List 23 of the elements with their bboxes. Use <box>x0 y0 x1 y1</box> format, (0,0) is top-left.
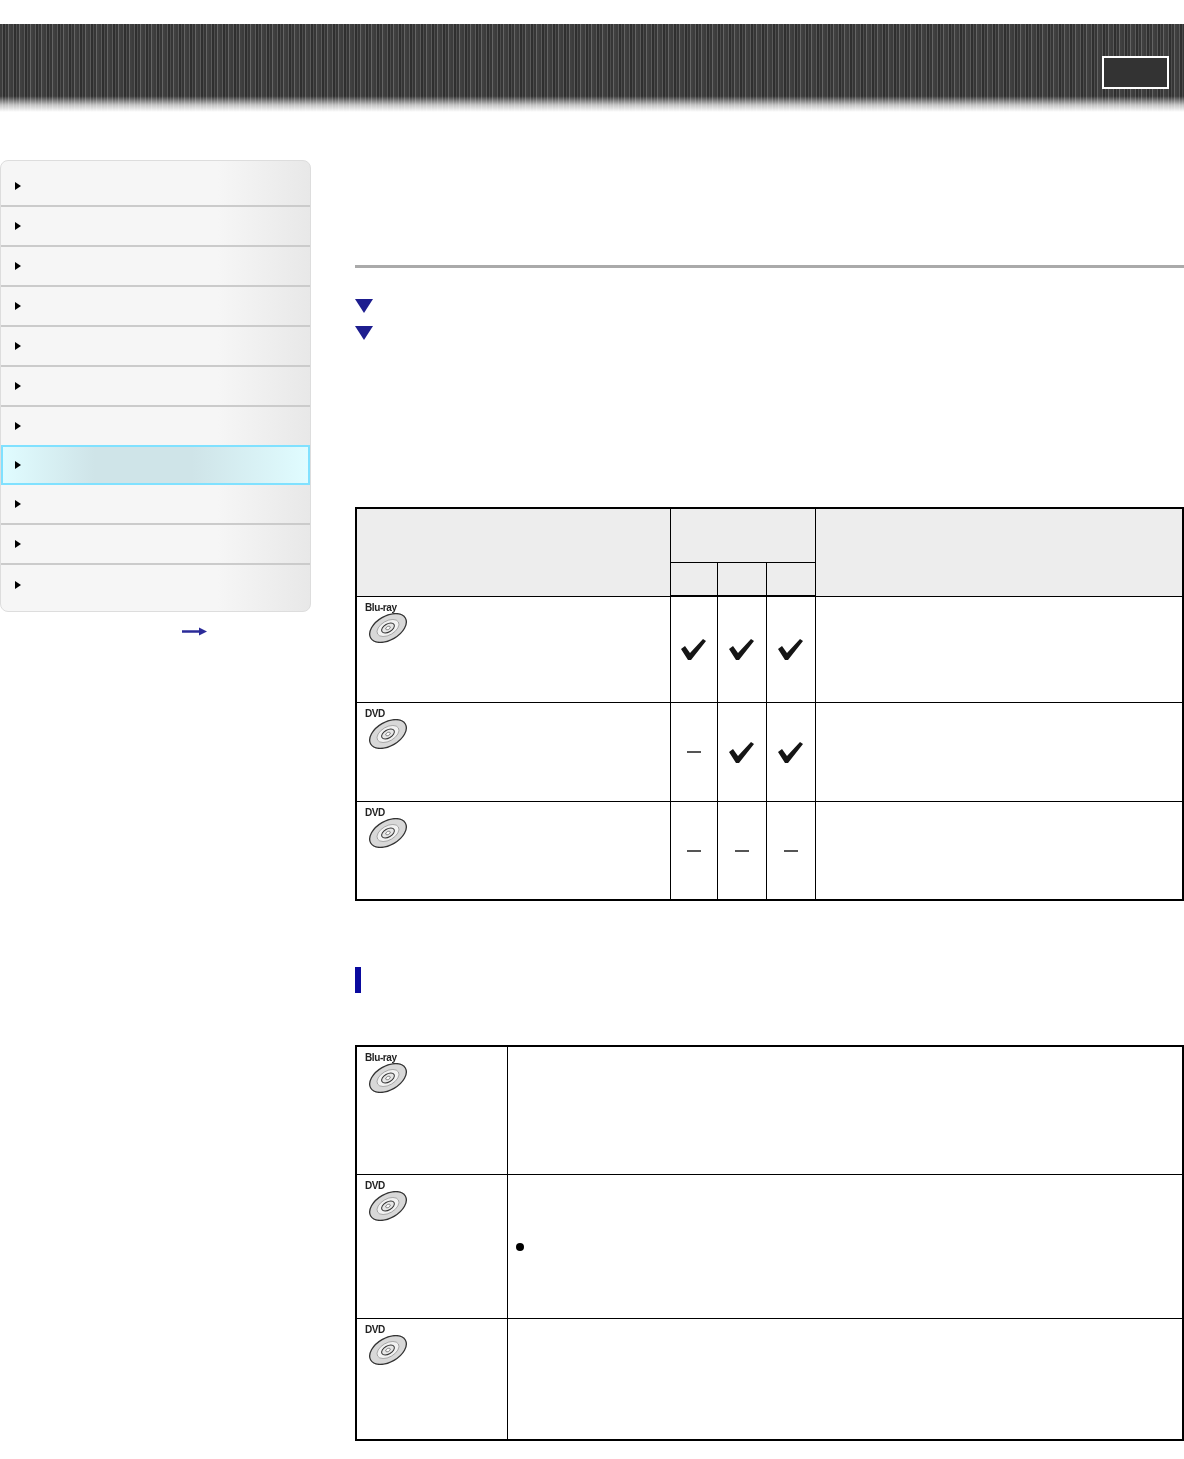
header-button[interactable] <box>1102 56 1169 89</box>
sidebar-item[interactable] <box>1 445 310 485</box>
disc-label: Blu-ray <box>365 601 397 613</box>
disc-label: DVD <box>365 1323 385 1335</box>
caret-icon <box>15 222 21 230</box>
section-marker <box>355 967 361 993</box>
caret-icon <box>15 500 21 508</box>
disc-label: DVD <box>365 707 385 719</box>
disc-label: Blu-ray <box>365 1052 397 1063</box>
caret-icon <box>15 262 21 270</box>
caret-icon <box>15 581 21 589</box>
caret-icon <box>15 342 21 350</box>
caret-icon <box>15 461 21 469</box>
down-triangle-icon[interactable] <box>355 326 373 340</box>
caret-icon <box>15 422 21 430</box>
disc-label: DVD <box>365 806 385 818</box>
caret-icon <box>15 302 21 310</box>
caret-icon <box>15 382 21 390</box>
right-arrow-icon[interactable] <box>182 627 207 636</box>
caret-icon <box>15 182 21 190</box>
disc-label: DVD <box>365 1179 385 1191</box>
down-triangle-icon[interactable] <box>355 299 373 313</box>
caret-icon <box>15 540 21 548</box>
